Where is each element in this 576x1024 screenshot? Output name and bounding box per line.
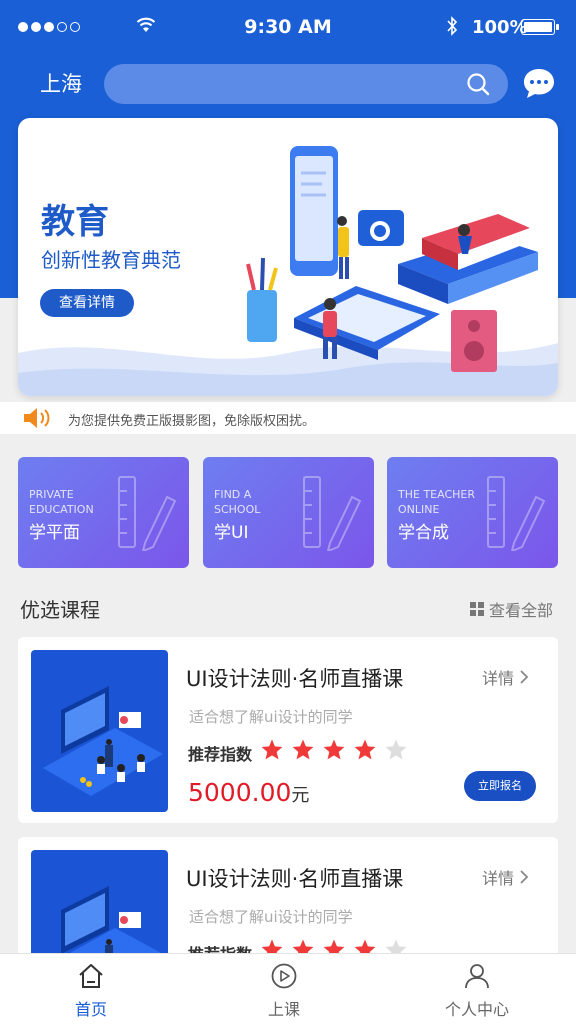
hero-banner[interactable]: 教育 创新性教育典范 查看详情	[18, 118, 558, 396]
feature-en-label: THE TEACHER ONLINE	[398, 488, 475, 516]
course-audience: 适合想了解ui设计的同学	[189, 908, 353, 926]
tab-bar: 首页 上课 个人中心	[0, 953, 576, 1024]
chevron-right-icon	[520, 870, 529, 884]
rating-stars	[260, 738, 408, 762]
course-card[interactable]: UI设计法则·名师直播课 详情 适合想了解ui设计的同学 推荐指数 5000.0…	[18, 637, 558, 823]
star-icon	[354, 739, 376, 760]
view-all-link[interactable]: 查看全部	[470, 597, 553, 621]
feature-card-compositing[interactable]: THE TEACHER ONLINE 学合成	[387, 457, 558, 568]
bluetooth-icon	[447, 16, 458, 36]
user-icon	[465, 964, 489, 989]
price-unit: 元	[291, 785, 310, 806]
view-all-label: 查看全部	[489, 601, 554, 620]
ruler-pencil-icon	[487, 476, 546, 551]
search-input[interactable]	[104, 64, 508, 104]
course-details-link[interactable]: 详情	[482, 865, 529, 889]
grid-icon	[470, 602, 484, 616]
rating-label: 推荐指数	[188, 745, 253, 764]
star-icon	[261, 739, 283, 760]
notice-bar[interactable]: 为您提供免费正版摄影图，免除版权困扰。	[0, 402, 576, 434]
feature-en-label: PRIVATE EDUCATION	[29, 488, 94, 516]
star-icon	[385, 739, 407, 760]
feature-en-label: FIND A SCHOOL	[214, 488, 261, 516]
course-thumbnail	[31, 650, 168, 812]
search-icon[interactable]	[466, 72, 490, 96]
notice-text: 为您提供免费正版摄影图，免除版权困扰。	[68, 414, 316, 429]
tab-class-label: 上课	[267, 1000, 300, 1019]
ruler-pencil-icon	[303, 476, 362, 551]
home-icon	[79, 964, 103, 988]
ruler-pencil-icon	[118, 476, 177, 551]
star-icon	[292, 739, 314, 760]
tab-home[interactable]: 首页	[31, 962, 151, 1020]
course-price: 5000.00元	[188, 778, 310, 807]
star-icon	[323, 739, 345, 760]
course-details-link[interactable]: 详情	[482, 665, 529, 689]
city-selector[interactable]: 上海	[40, 68, 82, 98]
message-icon[interactable]	[522, 66, 556, 100]
feature-zh-label: 学合成	[398, 523, 449, 543]
tab-home-label: 首页	[74, 1000, 107, 1019]
tab-profile[interactable]: 个人中心	[417, 962, 537, 1020]
enroll-button[interactable]: 立即报名	[464, 771, 536, 801]
feature-card-graphic[interactable]: PRIVATE EDUCATION 学平面	[18, 457, 189, 568]
course-audience: 适合想了解ui设计的同学	[189, 708, 353, 726]
battery-icon	[521, 19, 559, 35]
feature-card-ui[interactable]: FIND A SCHOOL 学UI	[203, 457, 374, 568]
chevron-right-icon	[520, 670, 529, 684]
banner-subtitle: 创新性教育典范	[41, 248, 181, 272]
tab-profile-label: 个人中心	[444, 1000, 509, 1019]
status-bar: 9:30 AM 100%	[0, 0, 576, 54]
tab-class[interactable]: 上课	[224, 962, 344, 1020]
view-details-button[interactable]: 查看详情	[40, 289, 134, 317]
banner-title: 教育	[41, 202, 109, 242]
battery-percent: 100%	[472, 17, 528, 38]
course-title: UI设计法则·名师直播课	[186, 667, 404, 691]
feature-zh-label: 学UI	[214, 523, 249, 543]
feature-zh-label: 学平面	[29, 523, 80, 543]
section-title: 优选课程	[20, 598, 100, 622]
play-icon	[271, 963, 297, 989]
speaker-icon	[24, 408, 50, 428]
course-title: UI设计法则·名师直播课	[186, 867, 404, 891]
